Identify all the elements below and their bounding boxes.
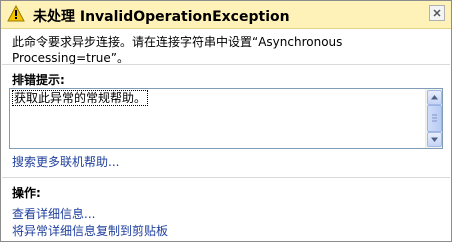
scroll-down-button[interactable] xyxy=(427,132,442,147)
troubleshooting-heading: 排错提示: xyxy=(12,73,65,87)
troubleshooting-tips-list[interactable]: 获取此异常的常规帮助。 xyxy=(9,88,443,149)
copy-to-clipboard-link[interactable]: 将异常详细信息复制到剪贴板 xyxy=(12,222,168,239)
close-button[interactable] xyxy=(429,5,445,21)
warning-icon xyxy=(7,4,25,22)
chevron-up-icon xyxy=(431,95,438,100)
divider xyxy=(2,177,450,178)
exception-message: 此命令要求异步连接。请在连接字符串中设置“Asynchronous Proces… xyxy=(12,35,343,65)
list-item[interactable]: 获取此异常的常规帮助。 xyxy=(12,90,149,106)
dialog-title: 未处理 InvalidOperationException xyxy=(33,9,290,25)
exception-assistant-dialog: 未处理 InvalidOperationException 此命令要求异步连接。… xyxy=(0,0,452,242)
actions-heading: 操作: xyxy=(12,186,41,200)
scroll-up-button[interactable] xyxy=(427,90,442,105)
search-online-help-link[interactable]: 搜索更多联机帮助... xyxy=(12,153,119,170)
chevron-down-icon xyxy=(431,137,438,142)
divider xyxy=(2,64,450,65)
title-bar: 未处理 InvalidOperationException xyxy=(1,1,451,29)
vertical-scrollbar[interactable] xyxy=(425,89,442,148)
view-detail-link[interactable]: 查看详细信息... xyxy=(12,205,95,222)
scroll-thumb[interactable] xyxy=(427,105,442,132)
